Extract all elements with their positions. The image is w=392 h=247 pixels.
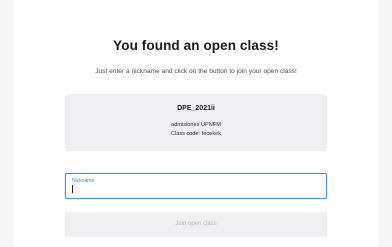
join-class-page: You found an open class! Just enter a ni… bbox=[0, 0, 392, 247]
nickname-input[interactable]: Nickname bbox=[65, 173, 327, 199]
join-open-class-button[interactable]: Join open class bbox=[65, 212, 327, 237]
text-caret bbox=[72, 185, 73, 193]
join-class-card: You found an open class! Just enter a ni… bbox=[14, 0, 378, 247]
class-organization: admisiones UPNFM bbox=[171, 122, 221, 128]
class-name: DPE_2021ii bbox=[177, 105, 215, 112]
class-info-panel: DPE_2021ii admisiones UPNFM Class code: … bbox=[65, 94, 327, 151]
page-subtitle: Just enter a nickname and click on the b… bbox=[95, 68, 297, 75]
nickname-label: Nickname bbox=[72, 178, 95, 184]
page-title: You found an open class! bbox=[113, 38, 279, 53]
class-code: Class code: fecekek bbox=[170, 131, 222, 137]
